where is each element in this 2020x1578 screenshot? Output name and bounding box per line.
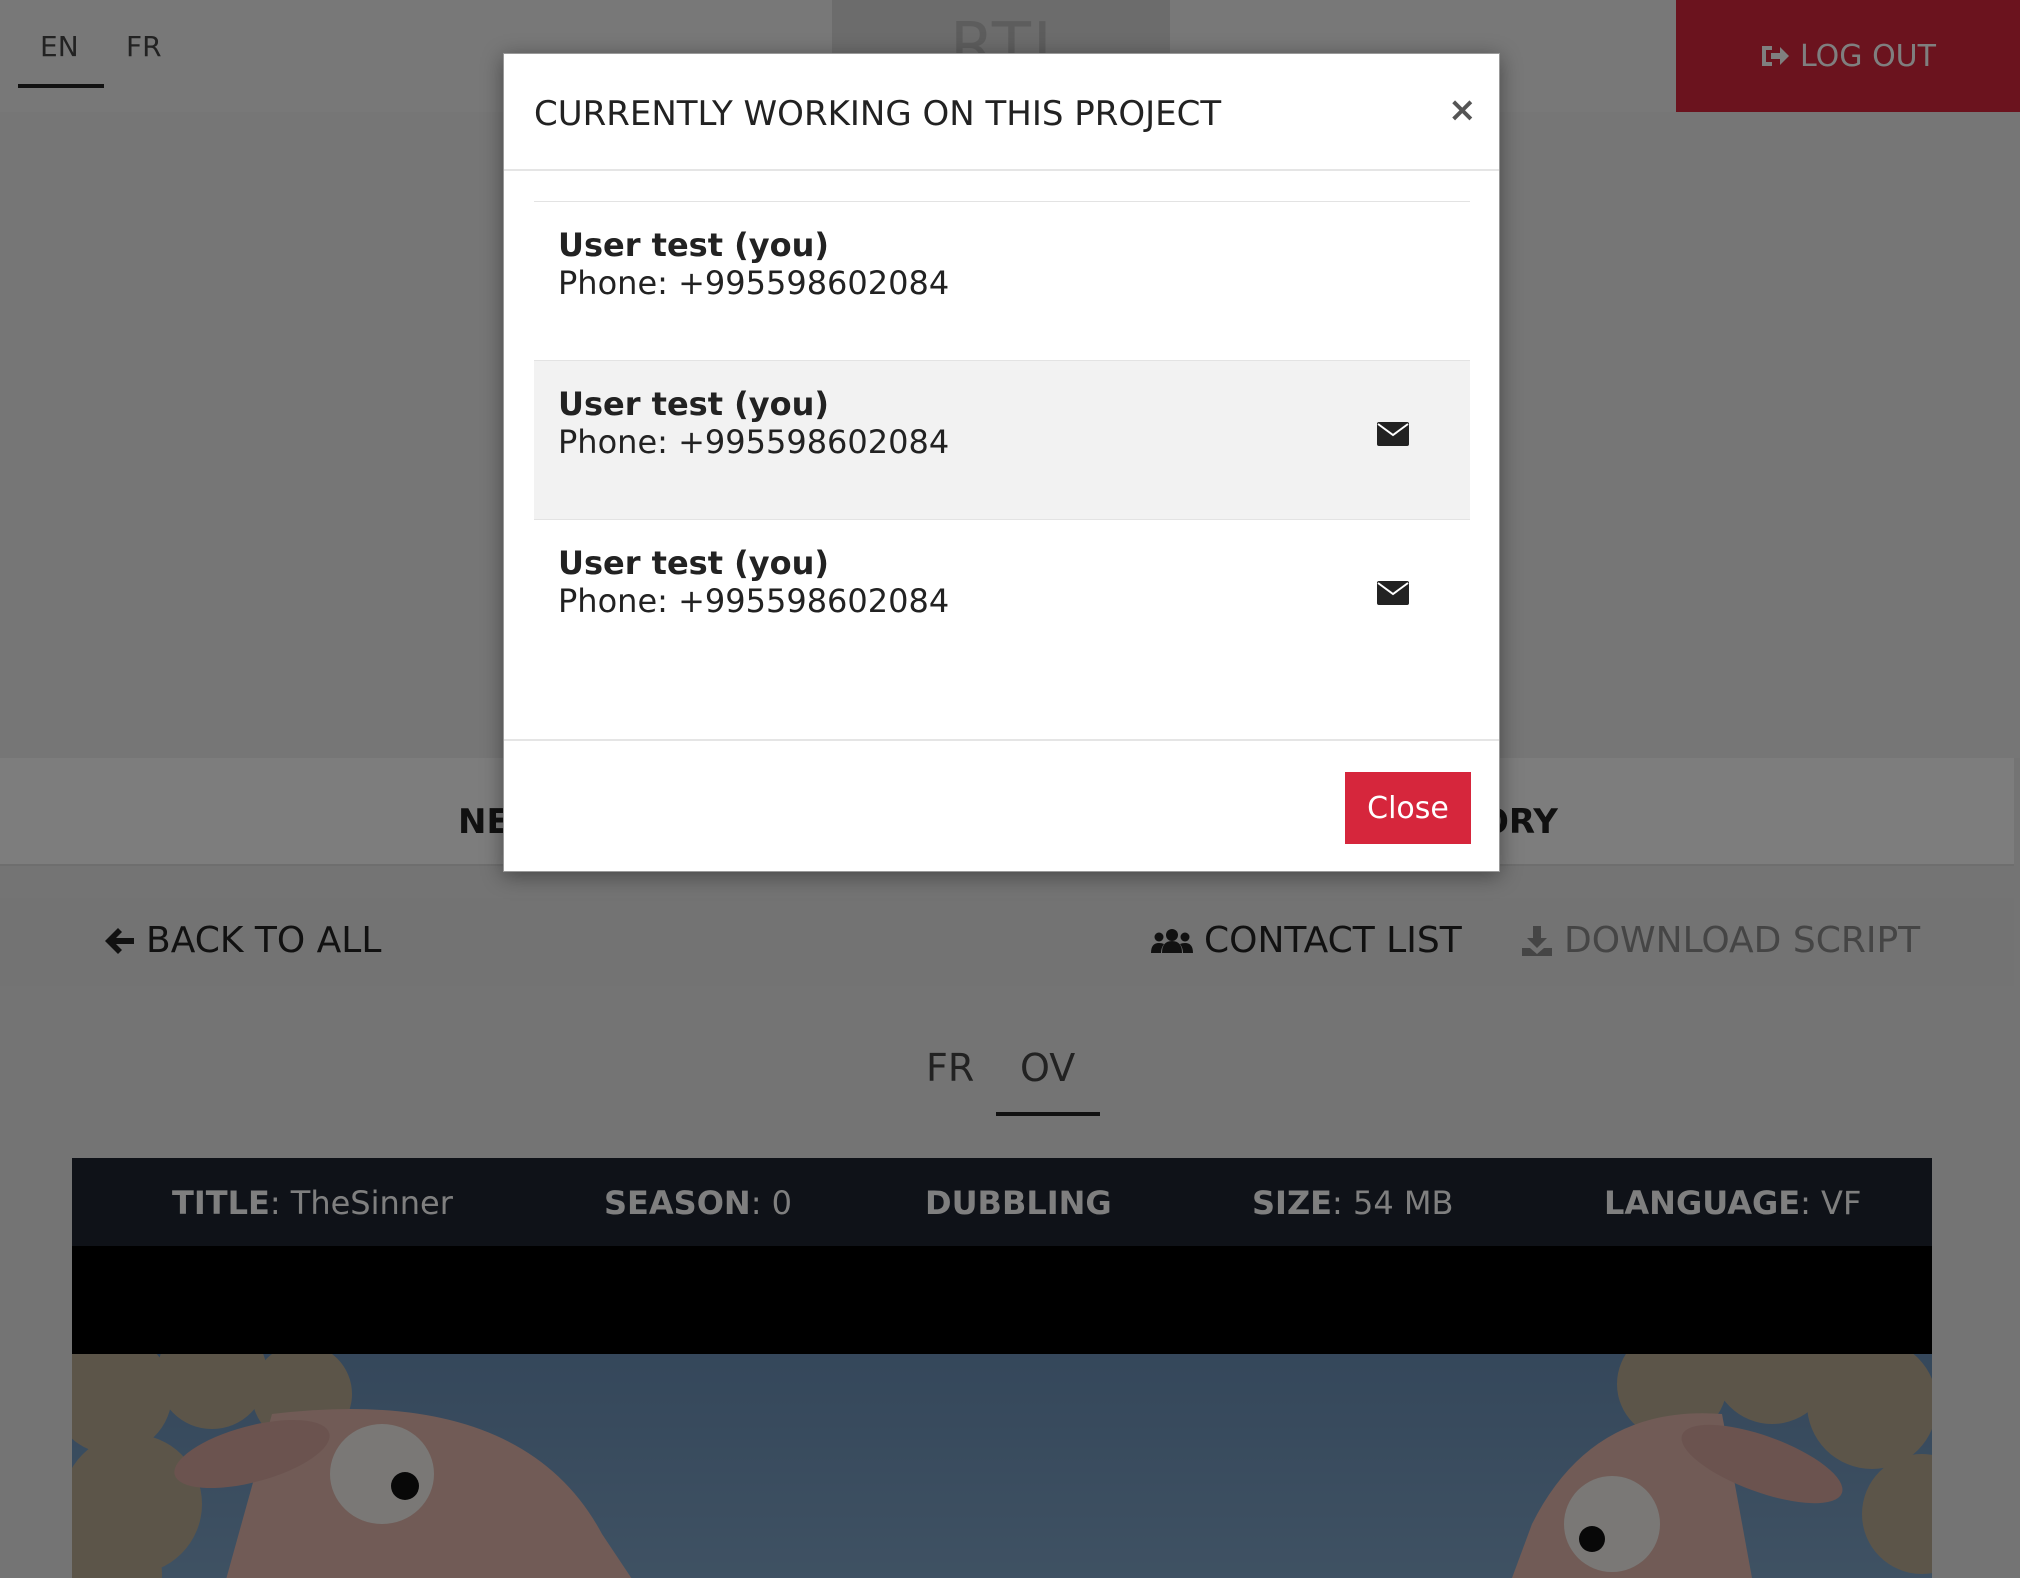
user-list-item: User test (you) Phone: +995598602084 (534, 360, 1470, 519)
modal-header: CURRENTLY WORKING ON THIS PROJECT × (504, 54, 1499, 171)
modal-body: User test (you) Phone: +995598602084 Use… (534, 201, 1470, 678)
envelope-icon[interactable] (1376, 580, 1410, 606)
user-phone: Phone: +995598602084 (558, 264, 950, 302)
user-phone: Phone: +995598602084 (558, 423, 950, 461)
modal-footer: Close (504, 739, 1499, 873)
modal-close-x-button[interactable]: × (1448, 90, 1477, 130)
modal-title: CURRENTLY WORKING ON THIS PROJECT (534, 94, 1222, 134)
user-phone: Phone: +995598602084 (558, 582, 950, 620)
user-list-item: User test (you) Phone: +995598602084 (534, 201, 1470, 360)
envelope-icon[interactable] (1376, 421, 1410, 447)
close-button[interactable]: Close (1345, 772, 1471, 844)
user-list-item: User test (you) Phone: +995598602084 (534, 519, 1470, 678)
user-name: User test (you) (558, 226, 830, 264)
user-name: User test (you) (558, 544, 830, 582)
working-users-modal: CURRENTLY WORKING ON THIS PROJECT × User… (503, 53, 1500, 872)
user-name: User test (you) (558, 385, 830, 423)
